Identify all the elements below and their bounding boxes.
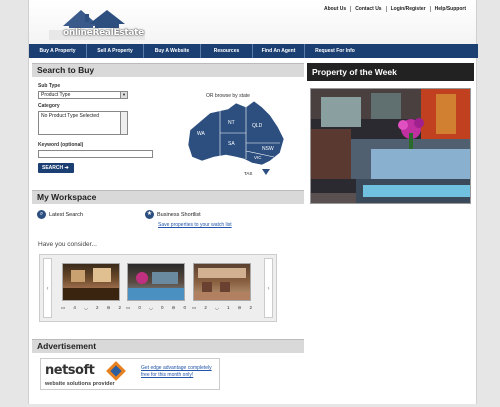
property-interior-image bbox=[311, 89, 470, 203]
logo-text: onlineRealEstate bbox=[63, 28, 144, 38]
listing-thumb-2[interactable] bbox=[127, 263, 185, 301]
header: onlineRealEstate About Us Contact Us Log… bbox=[29, 0, 476, 44]
property-week-title: Property of the Week bbox=[307, 63, 474, 81]
listing-photo-1 bbox=[63, 268, 119, 300]
listing-2-baths: 0 bbox=[161, 305, 164, 310]
business-shortlist-label: Business Shortlist bbox=[157, 211, 201, 218]
advertisement-section-title: Advertisement bbox=[32, 339, 304, 353]
consider-heading: Have you consider... bbox=[38, 241, 97, 248]
listing-3-cars: 2 bbox=[249, 305, 252, 310]
bed-icon: ▭ bbox=[126, 305, 131, 310]
listing-features-1: ▭ 4 ◡ 2 ⊖ 2 bbox=[61, 305, 121, 312]
listing-photo-2 bbox=[128, 272, 184, 300]
main-nav: Buy A Property Sell A Property Buy A Web… bbox=[29, 44, 478, 58]
page: onlineRealEstate About Us Contact Us Log… bbox=[28, 0, 478, 404]
carousel-next-button[interactable]: › bbox=[264, 258, 273, 318]
contact-us-link[interactable]: Contact Us bbox=[351, 6, 387, 12]
nav-buy-property[interactable]: Buy A Property bbox=[29, 44, 87, 58]
latest-search-label: Latest Search bbox=[49, 211, 83, 218]
logo[interactable]: onlineRealEstate bbox=[45, 6, 145, 40]
netsoft-logo-icon bbox=[106, 361, 126, 381]
state-tas-link[interactable]: TAS bbox=[244, 171, 252, 176]
bath-icon: ◡ bbox=[148, 305, 153, 310]
listing-1-cars: 2 bbox=[118, 305, 121, 310]
category-listbox[interactable]: No Product Type Selected bbox=[38, 111, 128, 135]
state-nsw-link[interactable]: NSW bbox=[262, 146, 274, 152]
category-value: No Product Type Selected bbox=[41, 113, 99, 119]
nav-buy-website[interactable]: Buy A Website bbox=[144, 44, 201, 58]
car-icon: ⊖ bbox=[106, 305, 111, 310]
state-vic-link[interactable]: VIC bbox=[254, 155, 262, 160]
listing-photo-3 bbox=[194, 268, 250, 300]
search-section-title: Search to Buy bbox=[32, 63, 304, 77]
listing-features-3: ▭ 2 ◡ 1 ⊖ 2 bbox=[192, 305, 252, 312]
bed-icon: ▭ bbox=[192, 305, 197, 310]
listing-2-beds: 0 bbox=[138, 305, 141, 310]
car-icon: ⊖ bbox=[237, 305, 242, 310]
listing-3-beds: 2 bbox=[204, 305, 207, 310]
listing-2-cars: 0 bbox=[183, 305, 186, 310]
listing-1-baths: 2 bbox=[96, 305, 99, 310]
nav-request-info[interactable]: Request For Info bbox=[305, 44, 365, 58]
car-icon: ⊖ bbox=[171, 305, 176, 310]
listing-1-beds: 4 bbox=[73, 305, 76, 310]
bed-icon: ▭ bbox=[61, 305, 66, 310]
property-week-photo[interactable] bbox=[310, 88, 471, 204]
subtype-value: Product Type bbox=[41, 92, 71, 98]
netsoft-logo-text: netsoft bbox=[45, 363, 95, 378]
bath-icon: ◡ bbox=[214, 305, 219, 310]
listing-thumb-1[interactable] bbox=[62, 263, 120, 301]
about-us-link[interactable]: About Us bbox=[320, 6, 352, 12]
help-support-link[interactable]: Help/Support bbox=[431, 6, 470, 12]
nav-resources[interactable]: Resources bbox=[201, 44, 253, 58]
business-shortlist-item[interactable]: ★ Business Shortlist bbox=[145, 210, 201, 219]
state-sa-link[interactable]: SA bbox=[228, 141, 235, 147]
state-nt-link[interactable]: NT bbox=[228, 120, 235, 126]
search-button-label: SEARCH bbox=[42, 165, 64, 171]
australia-map: OR browse by state WA NT QLD SA NSW VIC … bbox=[180, 85, 302, 185]
netsoft-ad[interactable]: netsoft website solutions provider Get e… bbox=[40, 358, 220, 390]
subtype-label: Sub Type bbox=[38, 83, 61, 89]
ad-offer-link[interactable]: Get edge advantage completely free for t… bbox=[141, 365, 219, 379]
state-wa-link[interactable]: WA bbox=[197, 131, 205, 137]
search-icon: ⌕ bbox=[37, 210, 46, 219]
listing-carousel: ‹ › ▭ 4 ◡ 2 ⊖ 2 ▭ 0 ◡ 0 ⊖ 0 ▭ 2 ◡ 1 ⊖ 2 bbox=[39, 254, 277, 322]
bath-icon: ◡ bbox=[83, 305, 88, 310]
search-button[interactable]: SEARCH ➔ bbox=[38, 163, 74, 173]
top-links: About Us Contact Us Login/Register Help/… bbox=[320, 6, 470, 12]
workspace-section-title: My Workspace bbox=[32, 190, 304, 204]
nav-find-agent[interactable]: Find An Agent bbox=[253, 44, 305, 58]
category-scrollbar[interactable] bbox=[120, 112, 127, 134]
watch-list-link[interactable]: Save properties to your watch list bbox=[158, 222, 232, 228]
keyword-label: Keyword (optional) bbox=[38, 142, 84, 148]
subtype-select[interactable]: Product Type ▼ bbox=[38, 91, 128, 99]
right-column: Property of the Week bbox=[307, 63, 474, 204]
chevron-down-icon: ▼ bbox=[120, 92, 127, 98]
latest-search-item[interactable]: ⌕ Latest Search bbox=[37, 210, 83, 219]
keyword-input[interactable] bbox=[38, 150, 153, 158]
left-column: Search to Buy Sub Type Product Type ▼ Ca… bbox=[32, 63, 304, 390]
nav-sell-property[interactable]: Sell A Property bbox=[87, 44, 144, 58]
state-qld-link[interactable]: QLD bbox=[252, 123, 262, 129]
netsoft-tagline: website solutions provider bbox=[45, 381, 115, 387]
listing-thumb-3[interactable] bbox=[193, 263, 251, 301]
login-register-link[interactable]: Login/Register bbox=[387, 6, 431, 12]
shortlist-icon: ★ bbox=[145, 210, 154, 219]
listing-3-baths: 1 bbox=[227, 305, 230, 310]
arrow-right-icon: ➔ bbox=[64, 165, 69, 171]
category-label: Category bbox=[38, 103, 60, 109]
carousel-prev-button[interactable]: ‹ bbox=[43, 258, 52, 318]
listing-features-2: ▭ 0 ◡ 0 ⊖ 0 bbox=[126, 305, 186, 312]
